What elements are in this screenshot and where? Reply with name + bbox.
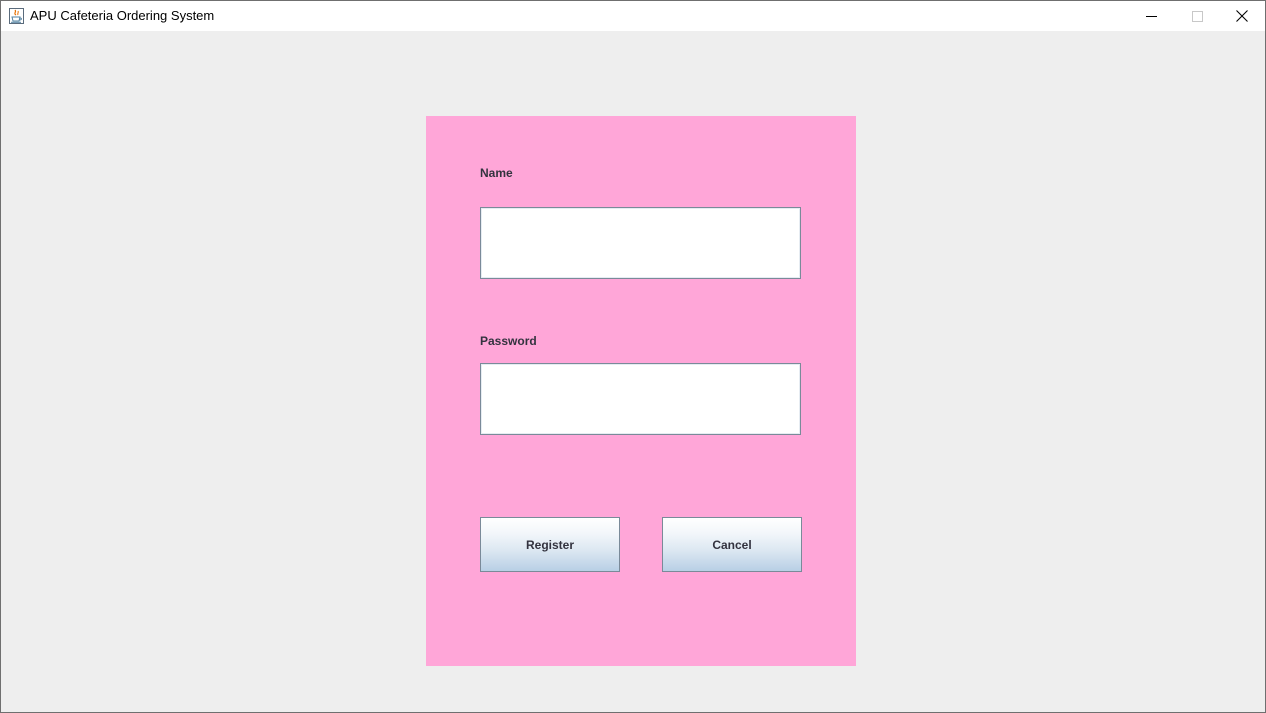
cancel-button[interactable]: Cancel [662,517,802,572]
name-label: Name [480,166,513,180]
name-field[interactable] [480,207,801,279]
register-button[interactable]: Register [480,517,620,572]
close-icon [1236,10,1248,22]
close-button[interactable] [1219,1,1265,31]
register-form-panel: Name Password Register Cancel [426,116,856,666]
java-cup-icon [9,8,24,24]
content-area: Name Password Register Cancel [1,31,1265,712]
password-label: Password [480,334,537,348]
title-bar[interactable]: APU Cafeteria Ordering System [1,1,1265,31]
minimize-button[interactable] [1128,1,1174,31]
app-window: APU Cafeteria Ordering System Name Passw… [0,0,1266,713]
password-field[interactable] [480,363,801,435]
maximize-icon [1191,10,1203,22]
window-title: APU Cafeteria Ordering System [30,8,215,23]
minimize-icon [1145,15,1157,17]
maximize-button[interactable] [1174,1,1220,31]
